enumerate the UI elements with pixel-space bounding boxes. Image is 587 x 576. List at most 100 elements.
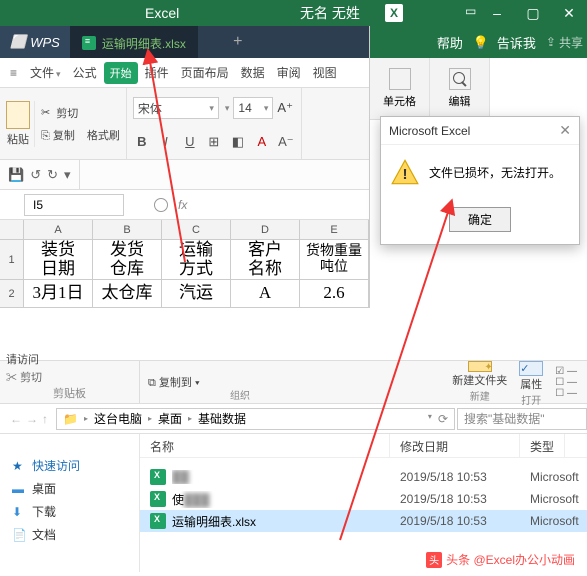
cell[interactable]: 货物重量吨位	[300, 240, 369, 279]
breadcrumb[interactable]: 📁 ▸ 这台电脑▸ 桌面▸ 基础数据 ▾⟳	[56, 408, 455, 430]
help-tab[interactable]: 帮助	[437, 33, 463, 52]
sidebar-documents[interactable]: 📄文档	[0, 523, 139, 546]
menu-insert[interactable]: 插件	[140, 64, 174, 81]
excel-title-buttons: ▭	[465, 4, 479, 18]
sidebar-quick-access[interactable]: ★快速访问	[0, 454, 139, 477]
menu-pagelayout[interactable]: 页面布局	[176, 64, 234, 81]
cell[interactable]: 汽运	[162, 280, 231, 307]
fx-label[interactable]: fx	[178, 198, 187, 212]
format-painter-button[interactable]: 格式刷	[87, 127, 120, 143]
nav-fwd-button[interactable]: →	[26, 412, 38, 426]
cell[interactable]: 运输方式	[162, 240, 231, 279]
close-button[interactable]: ✕	[551, 0, 587, 26]
font-name-select[interactable]: 宋体▾	[133, 97, 219, 119]
menu-review[interactable]: 审阅	[272, 64, 306, 81]
refresh-button[interactable]: ⟳	[438, 412, 448, 426]
menu-start[interactable]: 开始	[104, 62, 138, 84]
sidebar-downloads[interactable]: ⬇下载	[0, 500, 139, 523]
dialog-message: 文件已损坏，无法打开。	[429, 164, 561, 181]
explorer-address-bar: ← → ↑ 📁 ▸ 这台电脑▸ 桌面▸ 基础数据 ▾⟳ 搜索"基础数据"	[0, 404, 587, 434]
xlsx-icon	[150, 469, 166, 485]
border-button[interactable]: ⊞	[205, 134, 223, 150]
col-date[interactable]: 修改日期	[390, 434, 520, 457]
fill-color-button[interactable]: ◧	[229, 134, 247, 150]
menu-view[interactable]: 视图	[308, 64, 342, 81]
org-group-label: 组织	[230, 387, 250, 402]
cell[interactable]: 2.6	[300, 280, 369, 307]
cell[interactable]: 太仓库	[93, 280, 162, 307]
dialog-close-button[interactable]: ✕	[559, 122, 571, 139]
font-color-button[interactable]: A	[253, 134, 271, 149]
sidebar-desktop[interactable]: ▬桌面	[0, 477, 139, 500]
wps-tab-label: 运输明细表.xlsx	[102, 35, 186, 52]
col-header[interactable]: A	[24, 220, 93, 239]
col-name[interactable]: 名称	[140, 434, 390, 457]
wps-toolbar: 粘贴 ✂剪切 ⎘ 复制 格式刷 宋体▾ ▾ 14▾ A⁺ B I U ⊞	[0, 88, 369, 160]
cut-button[interactable]: ✂剪切	[41, 105, 120, 121]
italic-button[interactable]: I	[157, 134, 175, 149]
explorer-search-input[interactable]: 搜索"基础数据"	[457, 408, 587, 430]
minimize-button[interactable]: –	[479, 0, 515, 26]
col-type[interactable]: 类型	[520, 434, 565, 457]
cell[interactable]: 发货仓库	[93, 240, 162, 279]
watermark: 头头条 @Excel办公小动画	[420, 549, 581, 570]
xlsx-icon	[82, 36, 96, 50]
explorer-ribbon: 请访问 ✂ 剪切 剪贴板 ⧉ 复制到 ▾ 组织 ✦ 新建文件夹 新建 ✓ 属性 …	[0, 360, 587, 404]
menu-formula[interactable]: 公式	[68, 64, 102, 81]
excel-app-name: Excel	[145, 5, 179, 21]
underline-button[interactable]: U	[181, 134, 199, 149]
col-header[interactable]: B	[93, 220, 162, 239]
share-button[interactable]: ⇪共享	[546, 34, 583, 51]
copy-to-button[interactable]: ⧉ 复制到 ▾	[148, 374, 200, 390]
qb-fwd-icon[interactable]: ↻	[47, 167, 58, 183]
namebox-search-icon[interactable]	[154, 198, 168, 212]
col-header[interactable]: D	[231, 220, 300, 239]
row-header[interactable]: 1	[0, 240, 24, 279]
file-row[interactable]: ██ 2019/5/18 10:53 Microsoft	[140, 466, 587, 488]
col-header[interactable]: E	[300, 220, 369, 239]
nav-back-button[interactable]: ←	[10, 412, 22, 426]
cell[interactable]: 客户名称	[231, 240, 300, 279]
menu-file[interactable]: 文件▾	[25, 64, 66, 81]
wps-tab-file[interactable]: 运输明细表.xlsx	[70, 26, 198, 58]
col-header[interactable]: C	[162, 220, 231, 239]
file-row[interactable]: 使███ 2019/5/18 10:53 Microsoft	[140, 488, 587, 510]
explorer-sidebar: ★快速访问 ▬桌面 ⬇下载 📄文档	[0, 434, 140, 572]
ribbon-opts-icon[interactable]: ▭	[465, 4, 479, 18]
row-header[interactable]: 2	[0, 280, 24, 307]
spreadsheet[interactable]: A B C D E 1 装货日期 发货仓库 运输方式 客户名称 货物重量吨位 2…	[0, 220, 369, 308]
new-folder-button[interactable]: ✦ 新建文件夹 新建	[452, 361, 507, 403]
tellme-label[interactable]: 告诉我	[497, 33, 536, 52]
file-row-selected[interactable]: 运输明细表.xlsx 2019/5/18 10:53 Microsoft	[140, 510, 587, 532]
paste-button[interactable]: 粘贴	[6, 101, 35, 147]
qb-save-icon[interactable]: 💾	[8, 167, 24, 183]
edit-group[interactable]: 编辑	[430, 58, 490, 119]
qb-back-icon[interactable]: ↺	[30, 167, 41, 183]
wps-menubar: ≡ 文件▾ 公式 开始 插件 页面布局 数据 审阅 视图	[0, 58, 369, 88]
wps-menu-icon[interactable]: ≡	[4, 66, 23, 80]
properties-button[interactable]: ✓ 属性 打开	[519, 361, 543, 403]
cell[interactable]: 3月1日	[24, 280, 93, 307]
cell[interactable]: 装货日期	[24, 240, 93, 279]
maximize-button[interactable]: ▢	[515, 0, 551, 26]
nav-up-button[interactable]: ↑	[42, 412, 48, 426]
file-explorer: 请访问 ✂ 剪切 剪贴板 ⧉ 复制到 ▾ 组织 ✦ 新建文件夹 新建 ✓ 属性 …	[0, 360, 587, 572]
select-group[interactable]: ☑ —☐ —☐ —	[555, 361, 577, 403]
tellme-icon[interactable]: 💡	[473, 35, 487, 49]
qb-more-icon[interactable]: ▾	[64, 167, 71, 183]
ok-button[interactable]: 确定	[449, 207, 511, 232]
bold-button[interactable]: B	[133, 134, 151, 149]
copy-button[interactable]: ⎘ 复制	[41, 127, 75, 143]
increase-font-button[interactable]: A⁺	[277, 100, 293, 116]
xlsx-icon	[150, 491, 166, 507]
menu-data[interactable]: 数据	[236, 64, 270, 81]
name-box[interactable]: I5	[24, 194, 124, 216]
wps-new-tab-button[interactable]: +	[222, 26, 254, 58]
cut-icon[interactable]: ✂ 剪切	[6, 369, 42, 385]
wps-window: ⬜WPS 运输明细表.xlsx + ≡ 文件▾ 公式 开始 插件 页面布局 数据…	[0, 26, 370, 308]
select-all-corner[interactable]	[0, 220, 24, 239]
font-size-select[interactable]: 14▾	[233, 97, 273, 119]
cell[interactable]: A	[231, 280, 300, 307]
cells-group[interactable]: 单元格	[370, 58, 430, 119]
decrease-font-button[interactable]: A⁻	[277, 134, 295, 150]
